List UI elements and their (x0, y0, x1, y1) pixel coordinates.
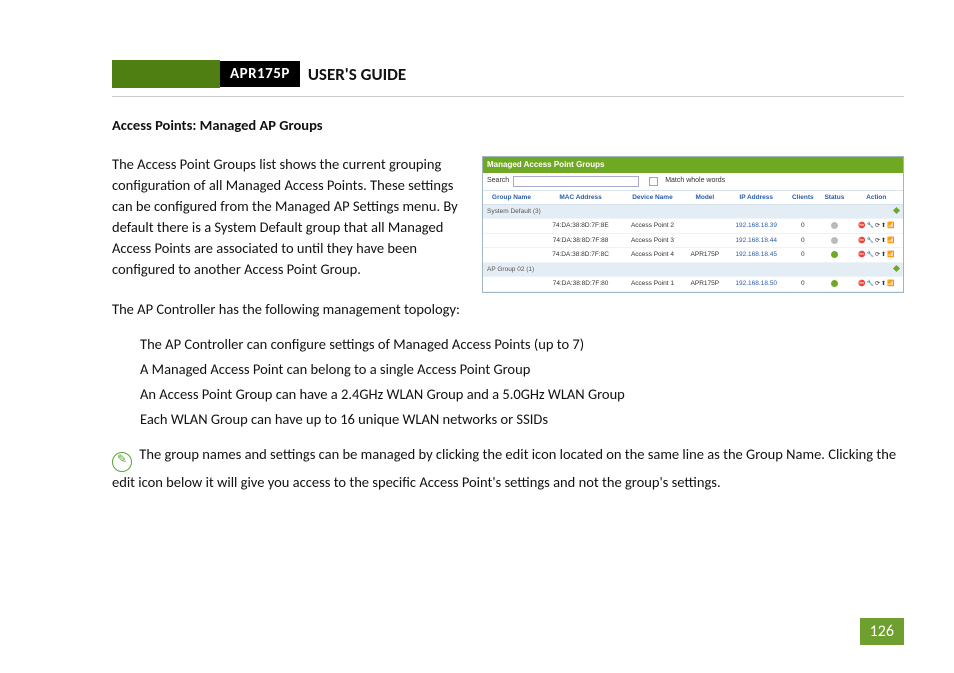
col-clients: Clients (786, 191, 819, 205)
status-dot (831, 280, 838, 287)
edit-group-icon[interactable] (893, 207, 900, 214)
status-dot (831, 222, 838, 229)
status-dot (831, 251, 838, 258)
ap-groups-table-screenshot: Managed Access Point Groups Search Match… (482, 156, 904, 293)
table-header-row: Group Name MAC Address Device Name Model… (483, 191, 903, 205)
table-row: 74:DA:38:8D:7F:8CAccess Point 4APR175P19… (483, 248, 903, 262)
match-whole-words-checkbox[interactable] (649, 177, 658, 186)
group-row: System Default (3) (483, 205, 903, 219)
section-title: Access Points: Managed AP Groups (112, 115, 904, 136)
col-group: Group Name (483, 191, 540, 205)
row-actions[interactable]: ⛔🔧⟳⬆📶 (858, 223, 895, 229)
topology-list: The AP Controller can configure settings… (140, 334, 904, 430)
shot-title: Managed Access Point Groups (483, 157, 903, 173)
search-input[interactable] (513, 176, 639, 187)
model-badge: APR175P (220, 61, 300, 87)
doc-title: USER'S GUIDE (308, 64, 406, 85)
status-dot (831, 237, 838, 244)
match-label: Match whole words (665, 176, 725, 186)
list-item: The AP Controller can configure settings… (140, 334, 904, 355)
page-number: 126 (860, 618, 904, 645)
group-row: AP Group 02 (1) (483, 262, 903, 276)
tip-icon: ✎ (112, 452, 132, 472)
paragraph: The AP Controller has the following mana… (112, 299, 904, 320)
list-item: An Access Point Group can have a 2.4GHz … (140, 384, 904, 405)
tip-paragraph: ✎ The group names and settings can be ma… (112, 444, 904, 493)
tip-text: The group names and settings can be mana… (112, 445, 896, 491)
row-actions[interactable]: ⛔🔧⟳⬆📶 (858, 238, 895, 244)
table-row: 74:DA:38:8D:7F:8EAccess Point 2192.168.1… (483, 219, 903, 233)
col-ip: IP Address (726, 191, 786, 205)
col-mac: MAC Address (540, 191, 621, 205)
table-row: 74:DA:38:8D:7F:88Access Point 3192.168.1… (483, 233, 903, 247)
search-label: Search (487, 176, 509, 186)
edit-group-icon[interactable] (893, 265, 900, 272)
row-actions[interactable]: ⛔🔧⟳⬆📶 (858, 252, 895, 258)
header-rule (112, 96, 904, 97)
col-status: Status (819, 191, 849, 205)
col-action: Action (850, 191, 903, 205)
col-model: Model (684, 191, 726, 205)
table-row: 74:DA:38:8D:7F:80Access Point 1APR175P19… (483, 277, 903, 291)
list-item: A Managed Access Point can belong to a s… (140, 359, 904, 380)
col-device: Device Name (621, 191, 683, 205)
doc-header: APR175P USER'S GUIDE (112, 60, 904, 88)
list-item: Each WLAN Group can have up to 16 unique… (140, 409, 904, 430)
header-accent (112, 60, 220, 88)
row-actions[interactable]: ⛔🔧⟳⬆📶 (858, 281, 895, 287)
